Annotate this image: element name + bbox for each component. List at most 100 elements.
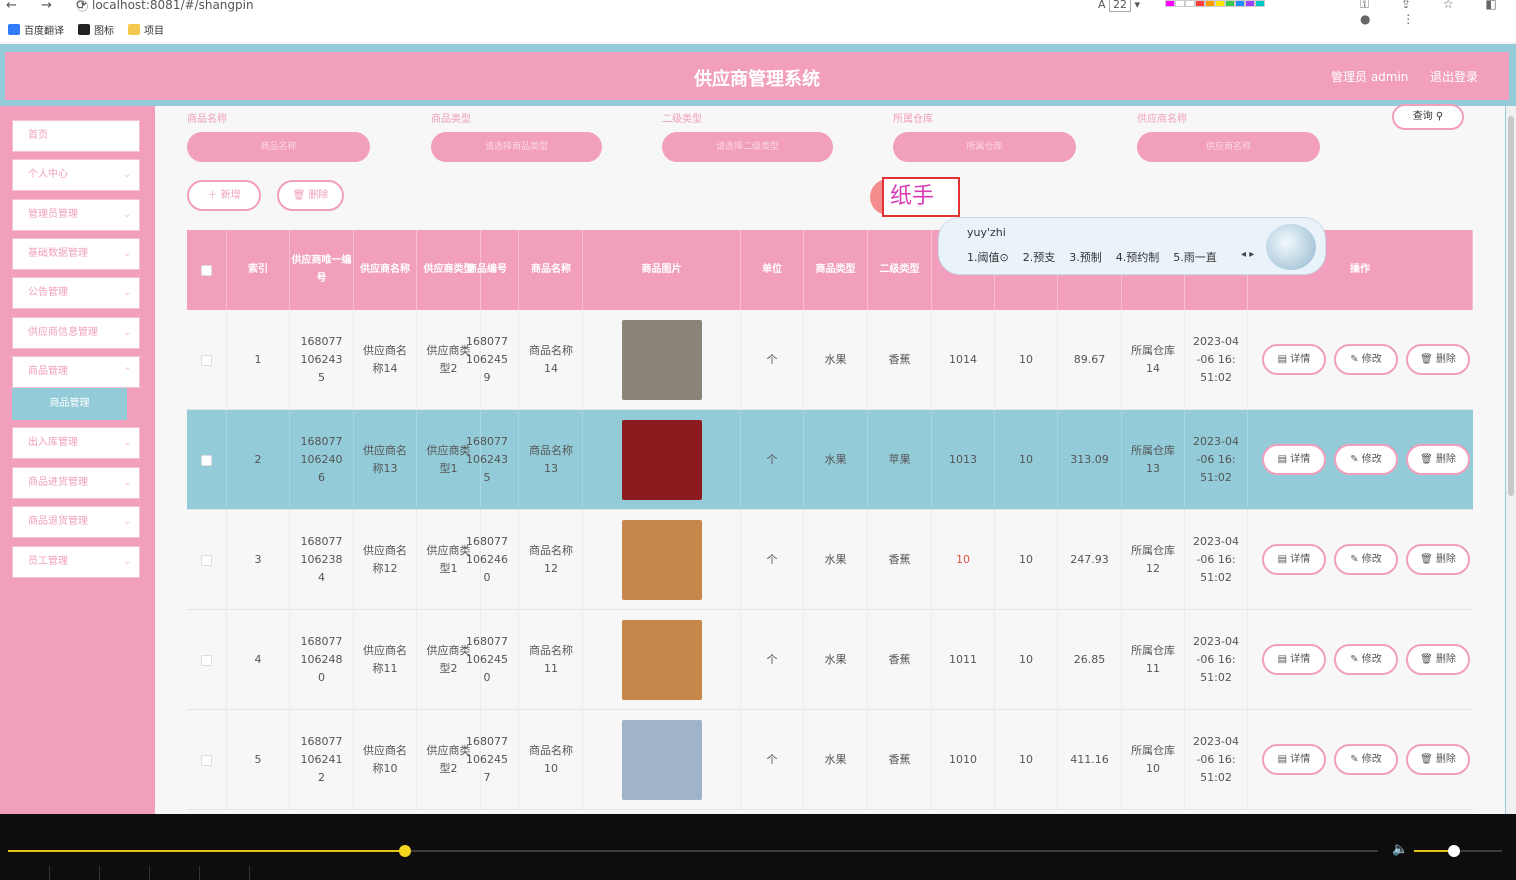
filter-input-0[interactable]: 商品名称 (187, 132, 370, 162)
filter-input-2[interactable]: 请选择二级类型 (662, 132, 833, 162)
row-checkbox[interactable] (201, 654, 212, 666)
sidebar-item-0[interactable]: 首页 (12, 120, 140, 152)
progress-knob[interactable] (399, 845, 412, 857)
goods-thumbnail[interactable] (621, 620, 702, 700)
sidebar-subitem-goods[interactable]: 商品管理 (12, 388, 127, 420)
detail-button[interactable]: ▤ 详情 (1262, 444, 1326, 475)
cell-sub_type: 苹果 (868, 410, 932, 510)
goods-thumbnail[interactable] (621, 520, 702, 600)
cell-select[interactable] (187, 510, 227, 610)
row-checkbox[interactable] (201, 554, 212, 566)
sidebar-item-9[interactable]: 商品退货管理 ⌄ (12, 506, 140, 538)
row-delete-button[interactable]: 🗑 删除 (1406, 644, 1470, 675)
table-row[interactable]: 3 1680771062384 供应商名称12 供应商类型1 1680771062460… (187, 510, 1473, 610)
palette-swatch[interactable] (1175, 0, 1185, 7)
cell-type: 水果 (804, 510, 868, 610)
search-button[interactable]: 查询 ⚲ (1392, 104, 1464, 130)
page-scrollbar[interactable] (1506, 106, 1516, 814)
bookmark-2[interactable]: 项目 (128, 22, 164, 37)
cell-warehouse: 所属仓库13 (1122, 410, 1185, 510)
row-checkbox[interactable] (201, 754, 212, 766)
bookmark-1[interactable]: 图标 (78, 22, 114, 37)
table-row[interactable]: 2 1680771062406 供应商名称13 供应商类型1 1680771062435… (187, 410, 1473, 510)
sidebar-item-10[interactable]: 员工管理 ⌄ (12, 546, 140, 578)
ime-candidate-1[interactable]: 1.阈值⊙ (967, 249, 1009, 265)
batch-delete-button[interactable]: 🗑 删除 (277, 180, 344, 211)
edit-button[interactable]: ✎ 修改 (1334, 644, 1398, 675)
row-checkbox[interactable] (201, 454, 212, 466)
ime-candidate-5[interactable]: 5.雨一直 (1173, 249, 1217, 265)
row-delete-button[interactable]: 🗑 删除 (1406, 544, 1470, 575)
palette-swatch[interactable] (1185, 0, 1195, 7)
palette-swatch[interactable] (1205, 0, 1215, 7)
cell-select[interactable] (187, 310, 227, 410)
font-size-value[interactable]: 22 (1109, 0, 1132, 12)
sidebar-item-4[interactable]: 公告管理 ⌄ (12, 277, 140, 309)
edit-button[interactable]: ✎ 修改 (1334, 744, 1398, 775)
goods-thumbnail[interactable] (621, 720, 702, 800)
palette-swatch[interactable] (1195, 0, 1205, 7)
detail-button[interactable]: ▤ 详情 (1262, 344, 1326, 375)
cell-select[interactable] (187, 610, 227, 710)
scrollbar-thumb[interactable] (1508, 116, 1514, 496)
cell-text: 香蕉 (888, 553, 911, 566)
cell-select[interactable] (187, 410, 227, 510)
ime-candidate-4[interactable]: 4.预约制 (1116, 249, 1160, 265)
th-sub-type: 二级类型 (868, 230, 932, 310)
sidebar-item-1[interactable]: 个人中心 ⌄ (12, 159, 140, 191)
goods-thumbnail[interactable] (621, 320, 702, 400)
cell-text: 1680771062459 (466, 335, 508, 384)
palette-swatch[interactable] (1165, 0, 1175, 7)
row-delete-button[interactable]: 🗑 删除 (1406, 344, 1470, 375)
cell-c1: 1011 (932, 610, 995, 710)
font-size-picker[interactable]: A 22 ▾ (1098, 0, 1140, 12)
th-select-all[interactable] (187, 230, 227, 310)
detail-button[interactable]: ▤ 详情 (1262, 744, 1326, 775)
goods-thumbnail[interactable] (621, 420, 702, 500)
edit-button[interactable]: ✎ 修改 (1334, 444, 1398, 475)
palette-swatch[interactable] (1215, 0, 1225, 7)
volume-slider[interactable] (1414, 845, 1502, 857)
palette-swatch[interactable] (1225, 0, 1235, 7)
filter-input-4[interactable]: 供应商名称 (1137, 132, 1320, 162)
ime-page-arrows[interactable]: ◂ ▸ (1241, 249, 1254, 260)
row-delete-button[interactable]: 🗑 删除 (1406, 744, 1470, 775)
edit-button[interactable]: ✎ 修改 (1334, 544, 1398, 575)
cell-warehouse: 所属仓库14 (1122, 310, 1185, 410)
row-delete-button[interactable]: 🗑 删除 (1406, 444, 1470, 475)
table-row[interactable]: 5 1680771062412 供应商名称10 供应商类型2 1680771062457… (187, 710, 1473, 810)
palette-swatch[interactable] (1255, 0, 1265, 7)
table-row[interactable]: 1 1680771062435 供应商名称14 供应商类型2 1680771062459… (187, 310, 1473, 410)
select-all-checkbox[interactable] (201, 264, 212, 276)
table-row[interactable]: 4 1680771062480 供应商名称11 供应商类型2 1680771062450… (187, 610, 1473, 710)
cell-goods_no: 1680771062457 (456, 710, 519, 810)
cell-select[interactable] (187, 710, 227, 810)
palette-swatch[interactable] (1235, 0, 1245, 7)
sidebar-item-8[interactable]: 商品进货管理 ⌄ (12, 467, 140, 499)
palette-swatch[interactable] (1245, 0, 1255, 7)
ime-candidate-3[interactable]: 3.预制 (1069, 249, 1102, 265)
ime-candidate-2[interactable]: 2.预支 (1023, 249, 1056, 265)
cell-c2: 10 (995, 710, 1058, 810)
detail-button[interactable]: ▤ 详情 (1262, 544, 1326, 575)
sidebar-item-5[interactable]: 供应商信息管理 ⌄ (12, 317, 140, 349)
add-button[interactable]: ＋ 新增 (187, 180, 261, 211)
filter-input-1[interactable]: 请选择商品类型 (431, 132, 602, 162)
row-checkbox[interactable] (201, 354, 212, 366)
detail-button[interactable]: ▤ 详情 (1262, 644, 1326, 675)
info-icon[interactable]: ⓘ (77, 0, 88, 14)
browser-toolbar-icons[interactable]: ⚿ ⇪ ☆ ◧ ● ⋮ (1360, 0, 1516, 26)
url-bar[interactable]: localhost:8081/#/shangpin (92, 0, 254, 12)
logout-link[interactable]: 退出登录 (1430, 68, 1478, 85)
progress-bar[interactable] (8, 845, 1378, 857)
sidebar-item-2[interactable]: 管理员管理 ⌄ (12, 199, 140, 231)
bookmark-0[interactable]: 百度翻译 (8, 22, 64, 37)
sidebar-item-7[interactable]: 出入库管理 ⌄ (12, 427, 140, 459)
volume-knob[interactable] (1447, 845, 1460, 857)
filter-input-3[interactable]: 所属仓库 (893, 132, 1076, 162)
sidebar-item-3[interactable]: 基础数据管理 ⌄ (12, 238, 140, 270)
volume-icon[interactable]: 🔈 (1392, 842, 1408, 857)
edit-button[interactable]: ✎ 修改 (1334, 344, 1398, 375)
sidebar-item-6[interactable]: 商品管理 ⌃ (12, 356, 140, 388)
color-palette[interactable] (1165, 0, 1265, 7)
